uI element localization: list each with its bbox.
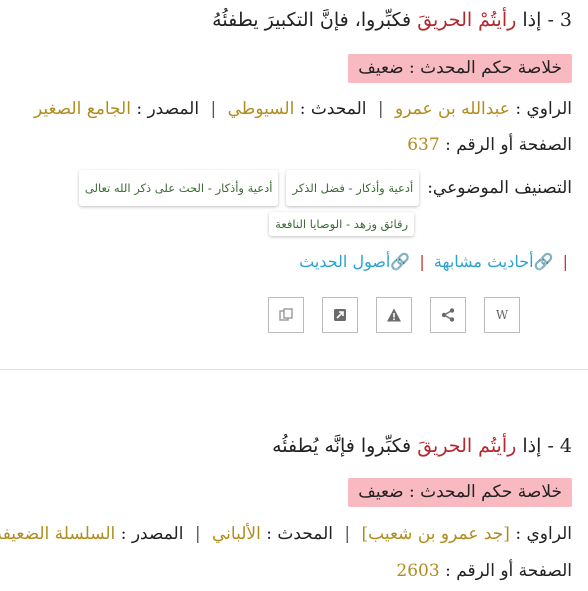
hadith-number: 4 - [547,435,572,457]
hadith-text-start: إذا [522,435,542,457]
topic-tag[interactable]: رقائق وزهد - الوصايا النافعة [269,212,414,236]
hadith-highlight: رأيتُمْ الحريقَ [417,9,517,31]
expand-icon [334,309,346,321]
page-number-row: الصفحة أو الرقم : 637 [8,132,572,158]
narrator-label: الراوي : [515,99,572,119]
topic-row-2: رقائق وزهد - الوصايا النافعة [8,210,414,237]
share-button[interactable] [430,297,466,333]
hadith-highlight: رأيتُم الحريقَ [417,435,517,457]
hadith-text: 3 - إذا رأيتُمْ الحريقَ فكبِّروا، فإنَّ … [8,6,572,34]
narrator-label: الراوي : [515,524,572,544]
source-value[interactable]: السلسلة الضعيفة [0,524,115,544]
verdict-row: خلاصة حكم المحدث : ضعيف [8,54,572,83]
page-number-label: الصفحة أو الرقم : [445,135,572,155]
related-links: | 🔗أحاديث مشابهة | 🔗أصول الحديث [8,252,572,271]
separator: | [210,99,217,119]
muhaddith-label: المحدث : [266,524,333,544]
separator: | [377,99,384,119]
report-button[interactable] [376,297,412,333]
narrator-row: الراوي : [جد عمرو بن شعيب] | المحدث : ال… [0,521,572,547]
copy-button[interactable] [268,297,304,333]
narrator-value[interactable]: عبدالله بن عمرو [395,99,510,119]
verdict-badge: خلاصة حكم المحدث : ضعيف [348,54,572,83]
separator: | [419,252,425,271]
hadith-text-end: فكبِّروا، فإنَّ التكبيرَ يطفئُهُ [212,9,412,31]
wiki-icon: W [495,308,509,322]
muhaddith-value[interactable]: الألباني [212,524,261,544]
warning-icon [387,308,401,322]
verdict-row: خلاصة حكم المحدث : ضعيف [8,478,572,507]
result-divider [0,369,588,370]
page-number-label: الصفحة أو الرقم : [445,561,572,581]
separator: | [562,252,568,271]
page-number-value: 637 [407,135,440,155]
narrator-row: الراوي : عبدالله بن عمرو | المحدث : السي… [8,96,572,122]
hadith-number: 3 - [547,9,572,31]
topic-tag[interactable]: أدعية وأذكار - الحث على ذكر الله تعالى [78,170,279,206]
hadith-text-start: إذا [522,9,542,31]
copy-icon [279,308,293,321]
muhaddith-value[interactable]: السيوطي [228,99,295,119]
source-label: المصدر : [120,524,184,544]
topic-tag[interactable]: أدعية وأذكار - فضل الذكر [286,170,420,206]
action-toolbar: W [268,297,520,333]
usul-hadith-link[interactable]: 🔗أصول الحديث [299,252,410,271]
separator: | [194,524,201,544]
similar-hadith-link[interactable]: 🔗أحاديث مشابهة [429,252,554,271]
wiki-button[interactable]: W [484,297,520,333]
search-results: 3 - إذا رأيتُمْ الحريقَ فكبِّروا، فإنَّ … [0,0,588,591]
share-icon [441,308,455,322]
link-icon: 🔗 [533,252,554,271]
topic-row: التصنيف الموضوعي: أدعية وأذكار - فضل الذ… [8,170,572,206]
link-icon: 🔗 [390,252,411,271]
separator: | [344,524,351,544]
source-value[interactable]: الجامع الصغير [34,99,131,119]
topic-label: التصنيف الموضوعي: [427,178,572,198]
page-number-value: 2603 [396,561,440,581]
hadith-text: 4 - إذا رأيتُم الحريقَ فكبِّروا فإنَّه ي… [8,432,572,460]
narrator-value[interactable]: [جد عمرو بن شعيب] [362,524,510,544]
hadith-card-3: 3 - إذا رأيتُمْ الحريقَ فكبِّروا، فإنَّ … [8,6,572,34]
hadith-text-end: فكبِّروا فإنَّه يُطفئُه [272,435,412,457]
page-number-row: الصفحة أو الرقم : 2603 [8,558,572,584]
muhaddith-label: المحدث : [299,99,367,119]
source-label: المصدر : [136,99,200,119]
expand-button[interactable] [322,297,358,333]
verdict-badge: خلاصة حكم المحدث : ضعيف [348,478,572,507]
hadith-card-4: 4 - إذا رأيتُم الحريقَ فكبِّروا فإنَّه ي… [8,432,572,460]
